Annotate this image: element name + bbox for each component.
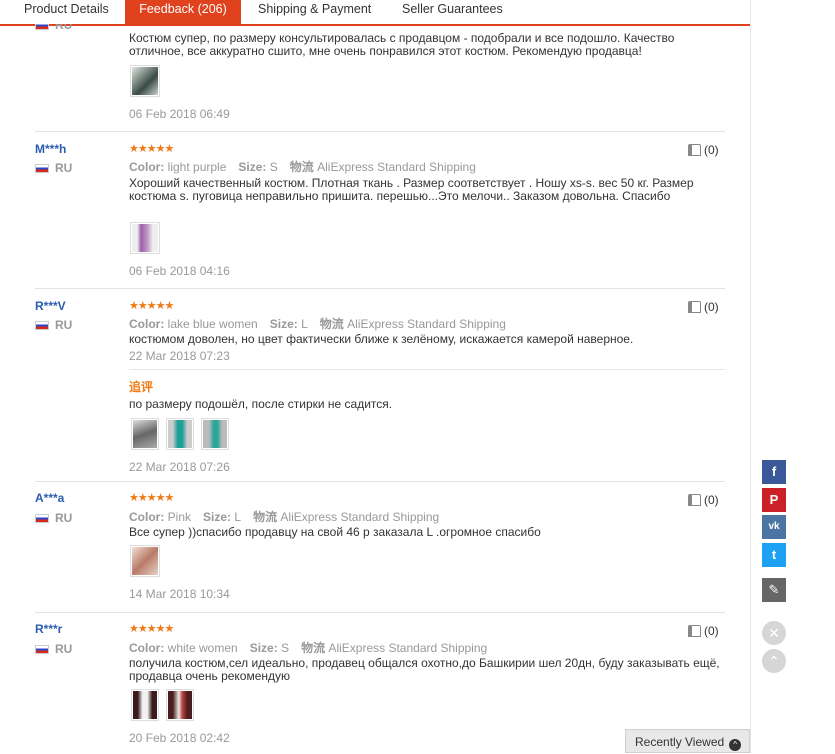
pinterest-share-icon[interactable]: P xyxy=(762,488,786,512)
reviewer-country: RU xyxy=(35,511,72,525)
russia-flag-icon xyxy=(35,321,49,330)
review-date: 20 Feb 2018 02:42 xyxy=(129,731,230,745)
reviewer-name[interactable]: R***r xyxy=(35,622,62,636)
order-info: Color: Pink Size: L 物流 AliExpress Standard… xyxy=(129,510,440,524)
star-rating: ★★★★★ xyxy=(129,623,174,635)
recently-viewed-label: Recently Viewed xyxy=(635,735,725,749)
order-info: Color: lake blue women Size: L 物流 AliExpre… xyxy=(129,317,506,331)
russia-flag-icon xyxy=(35,514,49,523)
tab-seller-guarantees[interactable]: Seller Guarantees xyxy=(402,0,503,24)
helpful-button[interactable]: (0) xyxy=(688,300,719,314)
edit-icon[interactable]: ✎ xyxy=(762,578,786,602)
helpful-button[interactable]: (0) xyxy=(688,493,719,507)
additional-feedback-label: 追评 xyxy=(129,380,154,394)
russia-flag-icon xyxy=(35,645,49,654)
review-photo[interactable] xyxy=(130,222,160,254)
review-divider xyxy=(35,288,725,289)
thumbs-up-icon xyxy=(688,301,701,313)
thumbs-up-icon xyxy=(688,494,701,506)
star-rating: ★★★★★ xyxy=(129,300,174,312)
thumbs-up-icon xyxy=(688,144,701,156)
recently-viewed-button[interactable]: Recently Viewed ^ xyxy=(625,729,750,753)
helpful-button[interactable]: (0) xyxy=(688,143,719,157)
review-date: 22 Mar 2018 07:23 xyxy=(129,349,230,363)
review-photo[interactable] xyxy=(166,418,194,450)
review-text: Все супер ))спасибо продавцу на свой 46 … xyxy=(129,525,541,539)
tab-shipping-payment[interactable]: Shipping & Payment xyxy=(258,0,371,24)
helpful-button[interactable]: (0) xyxy=(688,624,719,638)
additional-feedback-date: 22 Mar 2018 07:26 xyxy=(129,460,230,474)
review-date: 14 Mar 2018 10:34 xyxy=(129,587,230,601)
additional-feedback-text: по размеру подошёл, после стирки не сади… xyxy=(129,397,393,411)
chevron-up-icon: ^ xyxy=(729,739,742,751)
tab-product-details[interactable]: Product Details xyxy=(24,0,109,24)
review-date: 06 Feb 2018 04:16 xyxy=(129,264,230,278)
reviewer-country: RU xyxy=(35,161,72,175)
order-info: Color: white women Size: S 物流 AliExpress S… xyxy=(129,641,488,655)
review-photo[interactable] xyxy=(166,689,194,721)
review-text: Хороший качественный костюм. Плотная тка… xyxy=(129,176,694,203)
reviewer-name[interactable]: R***V xyxy=(35,299,66,313)
additional-feedback-divider xyxy=(129,369,725,370)
review-text: получила костюм,сел идеально, продавец о… xyxy=(129,656,720,683)
vk-share-icon[interactable]: vk xyxy=(762,515,786,539)
twitter-share-icon[interactable]: t xyxy=(762,543,786,567)
review-photo[interactable] xyxy=(131,418,159,450)
star-rating: ★★★★★ xyxy=(129,492,174,504)
reviewer-name[interactable]: A***a xyxy=(35,491,64,505)
review-divider xyxy=(35,131,725,132)
back-to-top-icon[interactable]: ⌃ xyxy=(762,649,786,673)
review-divider xyxy=(35,612,725,613)
review-photo[interactable] xyxy=(130,65,160,97)
review-photo[interactable] xyxy=(201,418,229,450)
review-date: 06 Feb 2018 06:49 xyxy=(129,107,230,121)
tab-bar: Product Details Feedback (206) Shipping … xyxy=(0,0,750,26)
facebook-share-icon[interactable]: f xyxy=(762,460,786,484)
review-photo[interactable] xyxy=(130,545,160,577)
review-text: Костюм супер, по размеру консультировала… xyxy=(129,31,675,58)
content-right-border xyxy=(750,0,751,753)
reviewer-name[interactable]: M***h xyxy=(35,142,66,156)
russia-flag-icon xyxy=(35,164,49,173)
star-rating: ★★★★★ xyxy=(129,143,174,155)
review-photo[interactable] xyxy=(131,689,159,721)
thumbs-up-icon xyxy=(688,625,701,637)
close-icon[interactable]: ✕ xyxy=(762,621,786,645)
tab-feedback[interactable]: Feedback (206) xyxy=(125,0,241,26)
review-text: костюмом доволен, но цвет фактически бли… xyxy=(129,332,634,346)
reviewer-country: RU xyxy=(35,642,72,656)
order-info: Color: light purple Size: S 物流 AliExpress … xyxy=(129,160,476,174)
review-divider xyxy=(35,481,725,482)
reviewer-country: RU xyxy=(35,318,72,332)
